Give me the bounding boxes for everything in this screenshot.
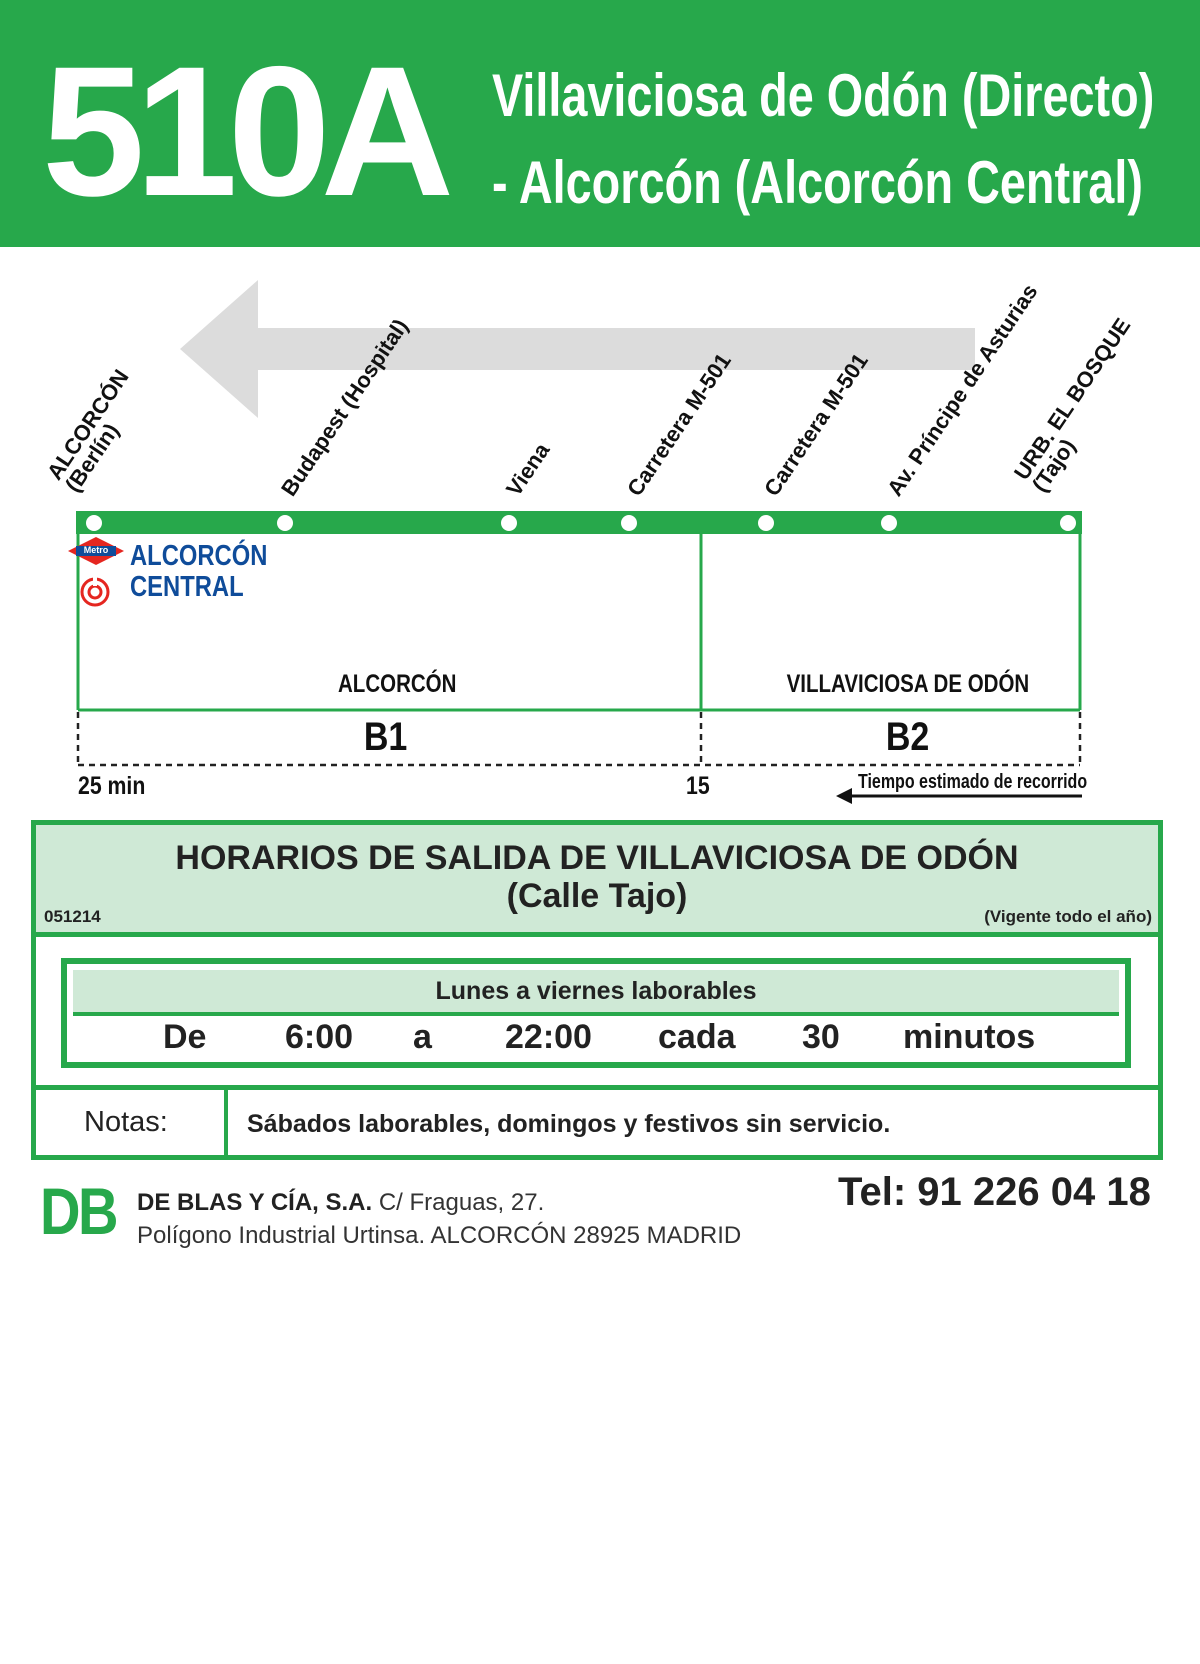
- metro-label: Metro: [83, 545, 109, 555]
- weekday-schedule: Lunes a viernes laborables De 6:00 a 22:…: [61, 958, 1131, 1068]
- first-departure: 6:00: [285, 1018, 354, 1056]
- last-departure: 22:00: [505, 1018, 592, 1056]
- travel-time: 15: [686, 772, 710, 800]
- stop-dot: [881, 515, 897, 531]
- direction-arrow: [180, 280, 975, 418]
- headway-unit: minutos: [903, 1018, 1036, 1056]
- stop-dot: [621, 515, 637, 531]
- cercanias-icon: [80, 577, 110, 607]
- stop-dot: [86, 515, 102, 531]
- stop-dot: [1060, 515, 1076, 531]
- schedule-title-line-1: HORARIOS DE SALIDA DE VILLAVICIOSA DE OD…: [175, 839, 1019, 877]
- freq-to-word: a: [413, 1018, 432, 1056]
- company-address: C/ Fraguas, 27.: [378, 1189, 545, 1216]
- freq-every-word: cada: [658, 1018, 736, 1056]
- headway-interval: 30: [802, 1018, 840, 1056]
- company-logo: DB: [40, 1174, 118, 1248]
- route-title-line-1: Villaviciosa de Odón (Directo): [492, 62, 1155, 129]
- route-title-line-2: - Alcorcón (Alcorcón Central): [492, 149, 1143, 216]
- notes-divider: [224, 1090, 228, 1160]
- stop-dot: [758, 515, 774, 531]
- company-address-line-2: Polígono Industrial Urtinsa. ALCORCÓN 28…: [137, 1222, 742, 1249]
- stop-dot: [501, 515, 517, 531]
- freq-from-word: De: [163, 1018, 207, 1056]
- schedule-validity: (Vigente todo el año): [984, 907, 1152, 926]
- schedule-header: HORARIOS DE SALIDA DE VILLAVICIOSA DE OD…: [36, 825, 1158, 937]
- schedule-title: HORARIOS DE SALIDA DE VILLAVICIOSA DE OD…: [36, 839, 1158, 915]
- fare-zone-code: B1: [363, 715, 408, 759]
- schedule-code: 051214: [44, 907, 101, 926]
- route-header: 510A Villaviciosa de Odón (Directo) - Al…: [0, 0, 1200, 247]
- notes-label: Notas:: [84, 1106, 168, 1138]
- notes-text: Sábados laborables, domingos y festivos …: [247, 1110, 891, 1138]
- stop-dot: [277, 515, 293, 531]
- day-type: Lunes a viernes laborables: [73, 970, 1119, 1016]
- travel-time-legend: Tiempo estimado de recorrido: [858, 771, 1088, 793]
- travel-time: 25 min: [78, 772, 146, 800]
- route-diagram: ALCORCÓN (Berlín) Budapest (Hospital) Vie…: [0, 260, 1200, 820]
- zone-name: VILLAVICIOSA DE ODÓN: [786, 670, 1030, 698]
- route-number: 510A: [42, 29, 454, 235]
- interchange-station: ALCORCÓN CENTRAL: [130, 540, 268, 603]
- company-info: DE BLAS Y CÍA, S.A. C/ Fraguas, 27. Polí…: [137, 1186, 741, 1252]
- notes-row: Notas: Sábados laborables, domingos y fe…: [36, 1085, 1158, 1160]
- schedule-box: HORARIOS DE SALIDA DE VILLAVICIOSA DE OD…: [31, 820, 1163, 1160]
- company-phone: Tel: 91 226 04 18: [838, 1170, 1151, 1214]
- fare-zone-code: B2: [885, 715, 930, 759]
- route-line-bar: [76, 511, 1082, 534]
- company-name: DE BLAS Y CÍA, S.A.: [137, 1189, 373, 1216]
- zone-name: ALCORCÓN: [337, 670, 457, 698]
